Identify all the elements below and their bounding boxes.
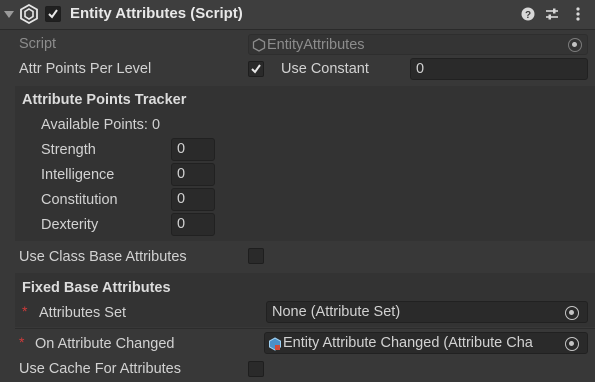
dexterity-field[interactable]: 0 xyxy=(171,213,215,236)
attributes-set-value: None (Attribute Set) xyxy=(272,304,401,320)
script-label: Script xyxy=(19,36,57,52)
script-field: EntityAttributes xyxy=(248,34,588,55)
object-picker-icon[interactable] xyxy=(565,337,579,351)
checkmark-icon xyxy=(48,9,58,19)
constitution-field[interactable]: 0 xyxy=(171,188,215,211)
event-asset-icon xyxy=(269,337,281,351)
use-class-base-attributes-checkbox[interactable] xyxy=(248,248,264,264)
checkmark-icon xyxy=(251,64,261,74)
on-attribute-changed-value: Entity Attribute Changed (Attribute Cha xyxy=(283,335,533,351)
required-marker: * xyxy=(22,303,28,319)
attribute-points-tracker-title: Attribute Points Tracker xyxy=(22,92,187,108)
attr-points-per-level-label: Attr Points Per Level xyxy=(19,61,152,77)
svg-text:?: ? xyxy=(525,10,531,21)
constitution-label: Constitution xyxy=(41,192,118,208)
inspector-component: Entity Attributes (Script) ? Script Enti… xyxy=(0,0,595,382)
intelligence-field[interactable]: 0 xyxy=(171,163,215,186)
use-cache-for-attributes-label: Use Cache For Attributes xyxy=(19,361,181,377)
attribute-points-tracker-panel xyxy=(15,86,595,241)
strength-label: Strength xyxy=(41,142,96,158)
use-constant-label: Use Constant xyxy=(281,61,369,77)
use-cache-for-attributes-checkbox[interactable] xyxy=(248,361,264,377)
foldout-arrow-icon[interactable] xyxy=(4,10,14,20)
component-title: Entity Attributes (Script) xyxy=(70,5,243,22)
help-icon[interactable]: ? xyxy=(521,7,535,21)
strength-field[interactable]: 0 xyxy=(171,138,215,161)
kebab-menu-icon[interactable] xyxy=(575,6,581,22)
component-enabled-checkbox[interactable] xyxy=(45,6,61,22)
intelligence-label: Intelligence xyxy=(41,167,115,183)
script-component-icon xyxy=(20,4,38,24)
object-picker-icon[interactable] xyxy=(565,306,579,320)
attributes-set-field[interactable]: None (Attribute Set) xyxy=(266,301,588,323)
divider xyxy=(15,328,595,329)
required-marker: * xyxy=(19,334,25,350)
attr-points-value-field[interactable]: 0 xyxy=(410,58,588,80)
available-points-label: Available Points: 0 xyxy=(41,117,161,133)
script-field-value: EntityAttributes xyxy=(267,37,365,53)
presets-icon[interactable] xyxy=(545,7,559,21)
use-constant-checkbox[interactable] xyxy=(248,61,264,77)
use-class-base-attributes-label: Use Class Base Attributes xyxy=(19,249,187,265)
on-attribute-changed-field[interactable]: Entity Attribute Changed (Attribute Cha xyxy=(264,332,588,354)
attributes-set-label: Attributes Set xyxy=(39,305,127,321)
script-asset-icon xyxy=(252,38,266,52)
on-attribute-changed-label: On Attribute Changed xyxy=(35,336,175,352)
fixed-base-attributes-title: Fixed Base Attributes xyxy=(22,280,171,296)
object-picker-icon xyxy=(568,38,582,52)
dexterity-label: Dexterity xyxy=(41,217,99,233)
